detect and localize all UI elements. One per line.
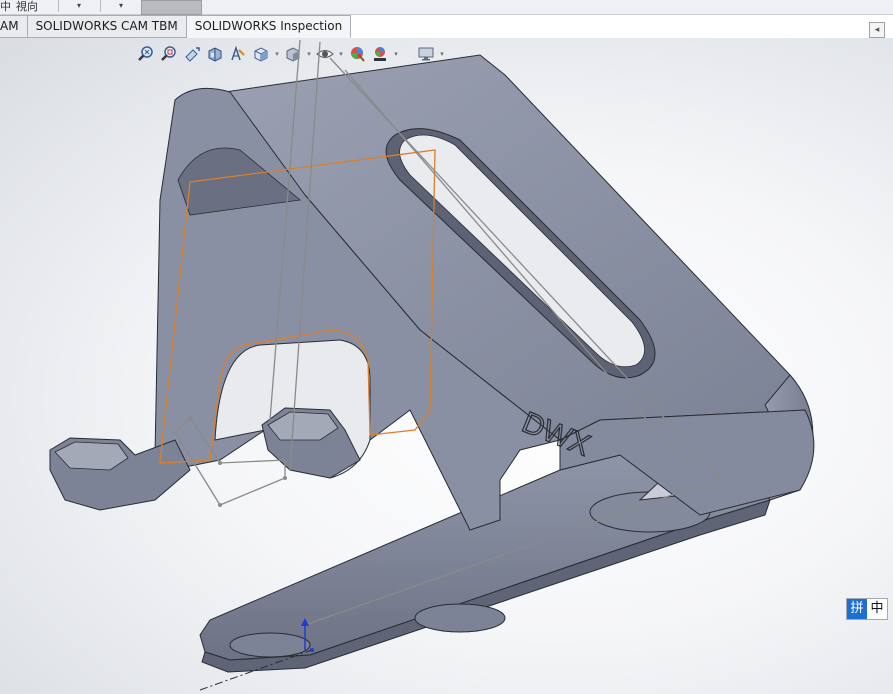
phone-stand-model[interactable]: DWX [0, 0, 893, 694]
ime-indicator: 拼 中 [846, 598, 888, 620]
ime-pinyin-toggle[interactable]: 拼 [847, 599, 867, 619]
base-foot-2 [229, 632, 311, 658]
ime-chinese-toggle[interactable]: 中 [867, 599, 887, 619]
base-foot-1 [414, 603, 506, 633]
